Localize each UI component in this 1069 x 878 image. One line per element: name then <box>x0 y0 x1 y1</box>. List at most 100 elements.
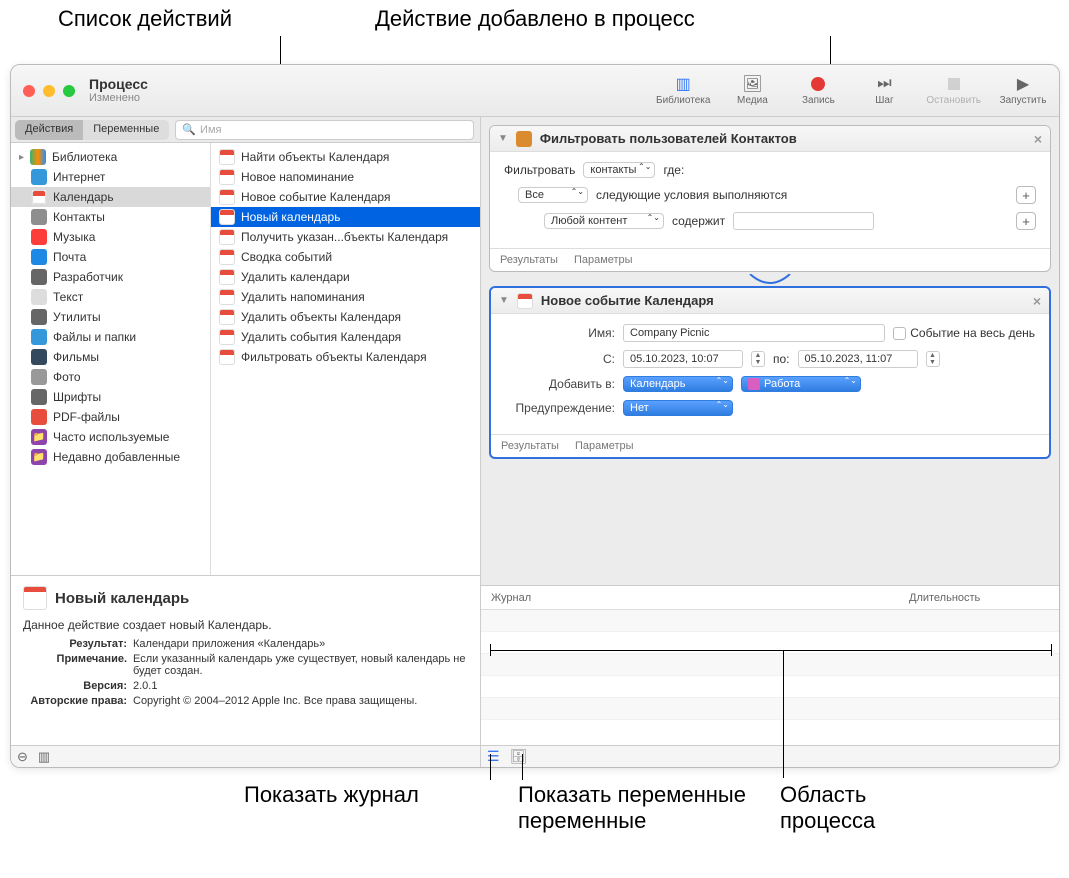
action-item[interactable]: Сводка событий <box>211 247 480 267</box>
sidebar-recent[interactable]: 📁Часто используемые <box>11 427 210 447</box>
sidebar-item-4[interactable]: Почта <box>11 247 210 267</box>
add-condition-button[interactable]: + <box>1016 186 1036 204</box>
results-tab[interactable]: Результаты <box>501 440 559 452</box>
step-icon: ⏭ <box>874 75 894 93</box>
sidebar-library[interactable]: ▸ Библиотека <box>11 147 210 167</box>
action-card-filter-contacts[interactable]: ▼ Фильтровать пользователей Контактов × … <box>489 125 1051 272</box>
tab-variables[interactable]: Переменные <box>83 120 169 140</box>
show-log-icon[interactable]: ☰ <box>487 748 500 765</box>
tabs-search-bar: Действия Переменные 🔍 Имя <box>11 117 480 143</box>
action-card-new-event[interactable]: ▼ Новое событие Календаря × Имя: Company… <box>489 286 1051 459</box>
app-icon <box>31 329 47 345</box>
sidebar-item-7[interactable]: Утилиты <box>11 307 210 327</box>
tab-actions[interactable]: Действия <box>15 120 83 140</box>
sidebar-item-8[interactable]: Файлы и папки <box>11 327 210 347</box>
sidebar-item-1[interactable]: Календарь <box>11 187 210 207</box>
sidebar-item-3[interactable]: Музыка <box>11 227 210 247</box>
add-row-button[interactable]: + <box>1016 212 1036 230</box>
annotation-actions-list: Список действий <box>58 6 232 32</box>
stop-button[interactable]: Остановить <box>926 75 981 106</box>
action-item[interactable]: Фильтровать объекты Календаря <box>211 347 480 367</box>
library-button[interactable]: ▥Библиотека <box>656 75 710 106</box>
run-button[interactable]: ▶Запустить <box>999 75 1047 106</box>
action-item[interactable]: Удалить календари <box>211 267 480 287</box>
event-name-input[interactable]: Company Picnic <box>623 324 885 342</box>
action-item[interactable]: Удалить напоминания <box>211 287 480 307</box>
to-stepper[interactable]: ▲▼ <box>926 351 940 367</box>
close-icon[interactable]: × <box>1034 131 1042 147</box>
calendar-icon <box>219 169 235 185</box>
sidebar-item-11[interactable]: Шрифты <box>11 387 210 407</box>
search-input[interactable]: 🔍 Имя <box>175 120 474 140</box>
calendar-icon <box>219 189 235 205</box>
action-item[interactable]: Новое событие Календаря <box>211 187 480 207</box>
params-tab[interactable]: Параметры <box>574 254 633 266</box>
calendar-select[interactable]: Работа <box>741 376 861 392</box>
play-icon: ▶ <box>1013 75 1033 93</box>
sidebar-item-10[interactable]: Фото <box>11 367 210 387</box>
annotation-show-log: Показать журнал <box>244 782 419 808</box>
disclose-icon[interactable]: ▼ <box>499 295 509 306</box>
workflow-scroll[interactable]: ▼ Фильтровать пользователей Контактов × … <box>481 117 1059 585</box>
annotation-line <box>490 754 491 780</box>
contains-input[interactable] <box>733 212 873 230</box>
folder-icon: 📁 <box>31 449 47 465</box>
zoom-window-button[interactable] <box>63 85 75 97</box>
action-item[interactable]: Новое напоминание <box>211 167 480 187</box>
calendar-icon <box>219 229 235 245</box>
addto-select[interactable]: Календарь <box>623 376 733 392</box>
calendar-icon <box>517 293 533 309</box>
from-stepper[interactable]: ▲▼ <box>751 351 765 367</box>
sidebar-added[interactable]: 📁Недавно добавленные <box>11 447 210 467</box>
action-item[interactable]: Удалить объекты Календаря <box>211 307 480 327</box>
hide-desc-icon[interactable]: ⊖ <box>17 749 28 765</box>
close-window-button[interactable] <box>23 85 35 97</box>
calendar-icon <box>219 269 235 285</box>
params-tab[interactable]: Параметры <box>575 440 634 452</box>
log-col-duration: Длительность <box>909 592 1059 604</box>
traffic-lights <box>23 85 75 97</box>
alert-select[interactable]: Нет <box>623 400 733 416</box>
minimize-window-button[interactable] <box>43 85 55 97</box>
sidebar-item-2[interactable]: Контакты <box>11 207 210 227</box>
action-header[interactable]: ▼ Фильтровать пользователей Контактов × <box>490 126 1050 152</box>
app-icon <box>31 409 47 425</box>
filter-select[interactable]: контакты <box>583 162 655 178</box>
sidebar-item-5[interactable]: Разработчик <box>11 267 210 287</box>
workflow-pane: ▼ Фильтровать пользователей Контактов × … <box>481 117 1059 767</box>
media-icon: 🖼 <box>742 75 762 93</box>
media-button[interactable]: 🖼Медиа <box>728 75 776 106</box>
description-pane: Новый календарь Данное действие создает … <box>11 575 480 745</box>
calendar-icon <box>23 586 47 610</box>
allday-checkbox[interactable]: Событие на весь день <box>893 326 1035 340</box>
app-icon <box>31 369 47 385</box>
action-item[interactable]: Удалить события Календаря <box>211 327 480 347</box>
show-variables-icon[interactable]: 🗄 <box>510 748 528 765</box>
sidebar-item-6[interactable]: Текст <box>11 287 210 307</box>
close-icon[interactable]: × <box>1033 293 1041 309</box>
action-item[interactable]: Найти объекты Календаря <box>211 147 480 167</box>
action-item[interactable]: Получить указан...бъекты Календаря <box>211 227 480 247</box>
log-row <box>481 676 1059 698</box>
window-subtitle: Изменено <box>89 92 148 104</box>
step-button[interactable]: ⏭Шаг <box>860 75 908 106</box>
toggle-view-icon[interactable]: ▥ <box>38 749 50 765</box>
record-button[interactable]: Запись <box>794 75 842 106</box>
from-date-input[interactable]: 05.10.2023, 10:07 <box>623 350 743 368</box>
annotation-line <box>783 650 784 778</box>
alert-label: Предупреждение: <box>505 401 615 415</box>
action-title: Фильтровать пользователей Контактов <box>540 131 797 146</box>
action-footer: Результаты Параметры <box>491 434 1049 457</box>
app-icon <box>31 289 47 305</box>
sidebar-item-0[interactable]: Интернет <box>11 167 210 187</box>
app-icon <box>31 269 47 285</box>
to-date-input[interactable]: 05.10.2023, 11:07 <box>798 350 918 368</box>
content-select[interactable]: Любой контент <box>544 213 664 229</box>
action-item[interactable]: Новый календарь <box>211 207 480 227</box>
all-select[interactable]: Все <box>518 187 588 203</box>
results-tab[interactable]: Результаты <box>500 254 558 266</box>
sidebar-item-12[interactable]: PDF-файлы <box>11 407 210 427</box>
sidebar-item-9[interactable]: Фильмы <box>11 347 210 367</box>
action-header[interactable]: ▼ Новое событие Календаря × <box>491 288 1049 314</box>
disclose-icon[interactable]: ▼ <box>498 133 508 144</box>
